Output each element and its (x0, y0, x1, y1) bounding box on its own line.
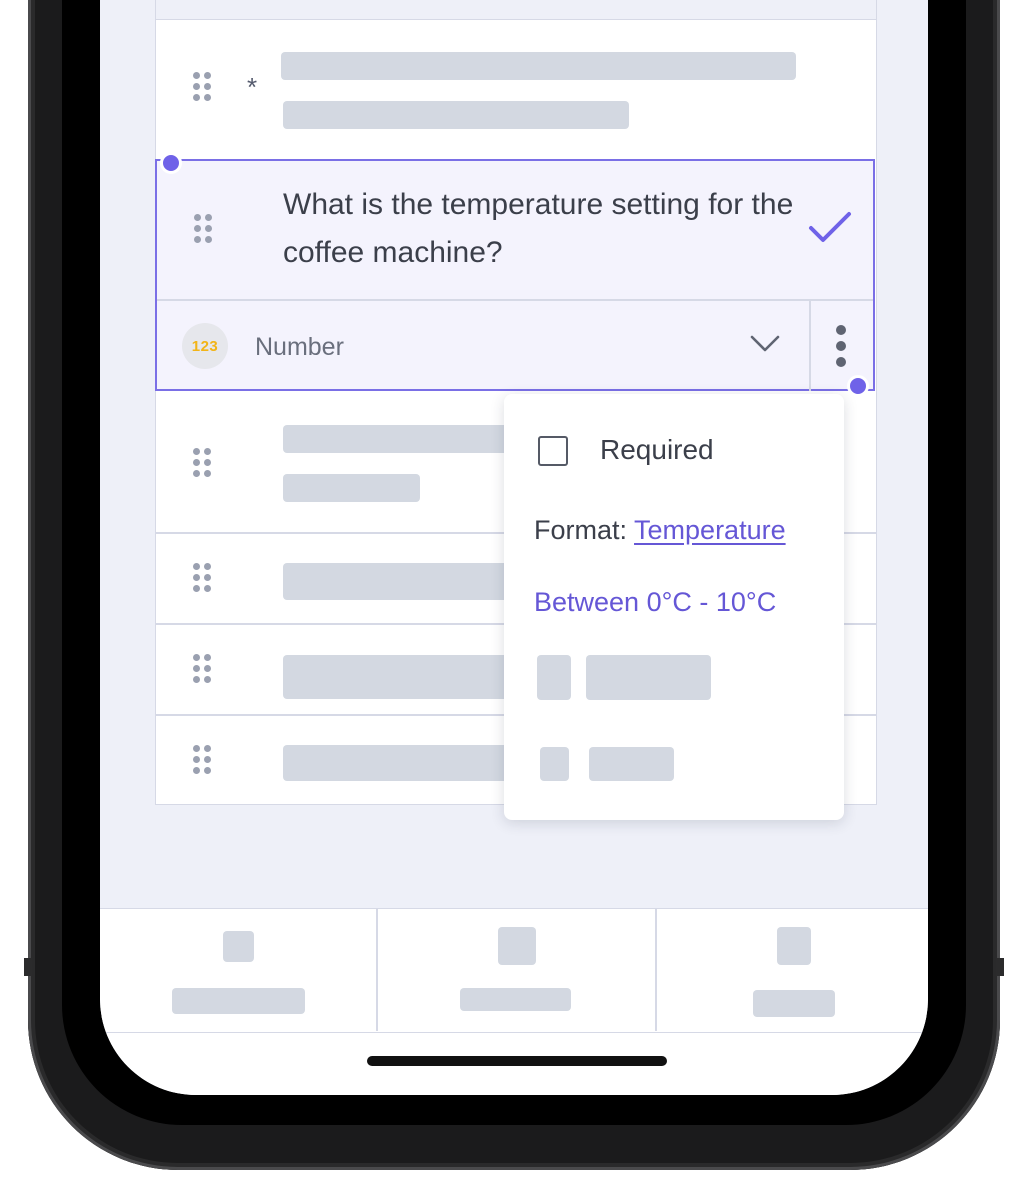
required-asterisk: * (247, 72, 258, 102)
drag-handle-icon[interactable] (193, 563, 215, 595)
phone-side-button-right (996, 958, 1004, 976)
previous-row-edge (155, 0, 877, 20)
menu-item-placeholder-icon (537, 655, 571, 700)
question-header: What is the temperature setting for the … (157, 161, 873, 299)
menu-item-placeholder-label (586, 655, 711, 700)
more-vertical-icon[interactable] (827, 321, 857, 371)
screen: * What is the temperature setting for th… (100, 0, 928, 1095)
question-placeholder-line (283, 425, 508, 453)
phone-side-button-left (24, 958, 32, 976)
drag-handle-icon[interactable] (193, 72, 215, 104)
drag-handle-icon[interactable] (193, 448, 215, 480)
home-indicator[interactable] (367, 1056, 667, 1066)
question-text[interactable]: What is the temperature setting for the … (283, 181, 803, 277)
checkbox-icon[interactable] (538, 436, 568, 466)
toolbar-button-2-icon[interactable] (498, 927, 536, 965)
answer-type-label[interactable]: Number (255, 333, 344, 362)
question-placeholder-line (283, 655, 508, 699)
toolbar-button-2-label[interactable] (460, 988, 571, 1011)
format-link[interactable]: Temperature (634, 515, 786, 545)
question-options-menu: Required Format: Temperature Between 0°C… (504, 394, 844, 820)
answer-type-selector[interactable]: 123 Number (157, 301, 873, 391)
drag-handle-icon[interactable] (194, 214, 216, 246)
format-option: Format: Temperature (534, 515, 786, 546)
question-placeholder-line (283, 474, 420, 502)
format-prefix: Format: (534, 515, 628, 545)
number-type-badge: 123 (182, 323, 228, 369)
selected-question[interactable]: What is the temperature setting for the … (155, 159, 875, 391)
toolbar-divider (655, 909, 657, 1031)
question-placeholder-line (283, 101, 629, 129)
toolbar-button-1-icon[interactable] (223, 931, 254, 962)
checkmark-icon[interactable] (807, 208, 853, 248)
menu-item-placeholder-icon (540, 747, 569, 781)
question-placeholder-line (281, 52, 796, 80)
toolbar-button-3-icon[interactable] (777, 927, 811, 965)
toolbar-button-3-label[interactable] (753, 990, 835, 1017)
selection-handle-bottom[interactable] (847, 375, 869, 397)
divider (809, 301, 811, 391)
menu-item-placeholder-label (589, 747, 674, 781)
question-placeholder-line (283, 563, 508, 600)
toolbar-button-1-label[interactable] (172, 988, 305, 1014)
range-option[interactable]: Between 0°C - 10°C (534, 587, 776, 618)
chevron-down-icon[interactable] (749, 333, 781, 355)
bottom-toolbar (100, 908, 928, 1033)
drag-handle-icon[interactable] (193, 654, 215, 686)
drag-handle-icon[interactable] (193, 745, 215, 777)
selection-handle-top[interactable] (160, 152, 182, 174)
question-placeholder-line (283, 745, 508, 781)
toolbar-divider (376, 909, 378, 1031)
required-option-label[interactable]: Required (600, 434, 714, 466)
